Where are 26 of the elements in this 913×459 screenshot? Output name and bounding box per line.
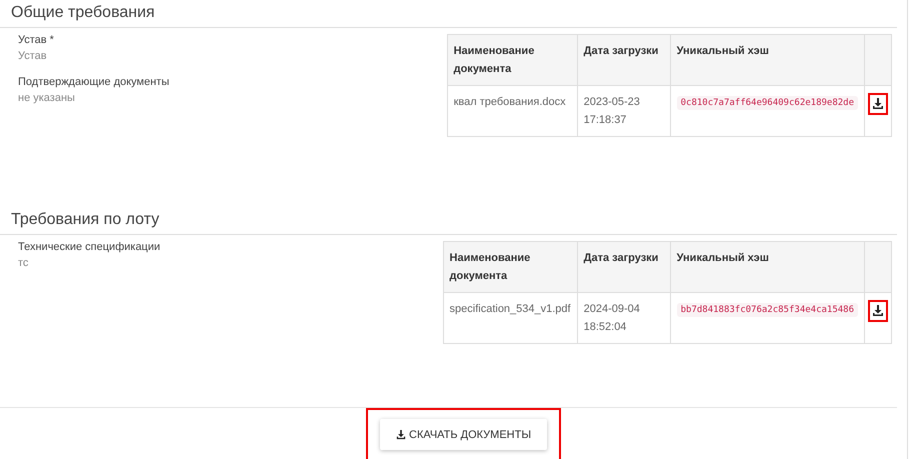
download-button[interactable] — [868, 93, 888, 115]
column-header: Дата загрузки — [577, 242, 670, 292]
field-label: Устав * — [18, 34, 55, 46]
table-cell: квал требования.docx — [447, 86, 578, 136]
download-button[interactable] — [868, 300, 888, 322]
column-header: Уникальный хэш — [670, 34, 864, 86]
table-cell: specification_534_v1.pdf — [443, 292, 578, 344]
field-value: не указаны — [18, 92, 76, 104]
field-label: Подтверждающие документы — [18, 76, 170, 88]
download-icon — [872, 98, 884, 110]
column-header: Уникальный хэш — [670, 242, 864, 292]
field-value: Устав — [18, 50, 48, 62]
hash-value: bb7d841883fc076a2c85f34e4ca15486 — [676, 303, 858, 317]
section-title: Требования по лоту — [0, 207, 897, 235]
column-header: Наименование документа — [443, 242, 578, 292]
table-cell: 2024-09-04 18:52:04 — [577, 292, 670, 344]
field-value: тс — [18, 257, 30, 269]
table-cell: 2023-05-23 17:18:37 — [577, 86, 670, 136]
hash-value: 0c810c7a7aff64e96409c62e189e82de — [676, 96, 858, 110]
column-header: Дата загрузки — [577, 34, 670, 86]
column-header: Наименование документа — [447, 34, 578, 86]
download-icon — [396, 430, 406, 440]
download-icon — [872, 305, 884, 317]
field-label: Технические спецификации — [18, 241, 160, 253]
section-title: Общие требования — [0, 0, 897, 28]
download-documents-button[interactable]: СКАЧАТЬ ДОКУМЕНТЫ — [380, 419, 548, 450]
